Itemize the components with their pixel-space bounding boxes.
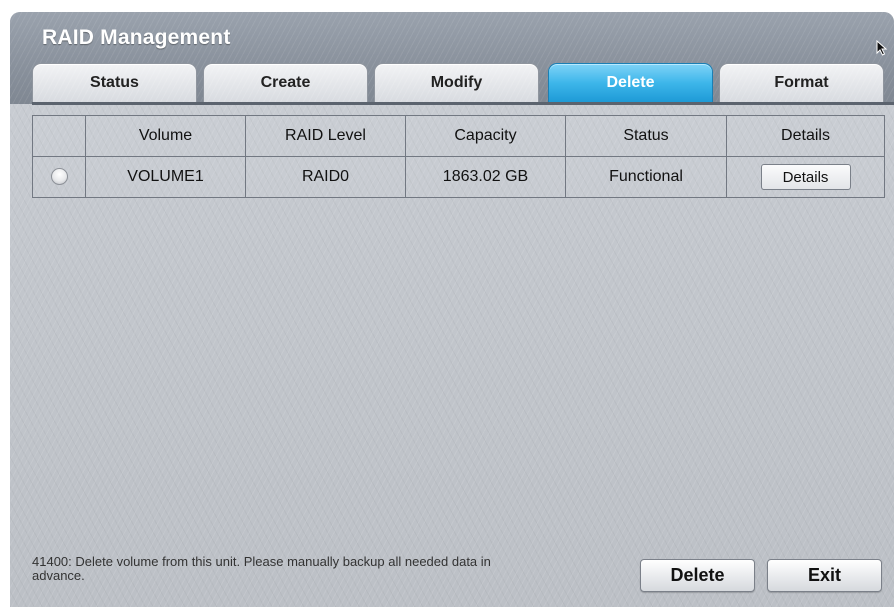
tab-bar: Status Create Modify Delete Format [32,63,892,104]
capacity-cell: 1863.02 GB [405,156,566,198]
header-details: Details [726,115,885,157]
delete-button[interactable]: Delete [640,559,755,592]
header-status: Status [565,115,727,157]
tab-label: Delete [606,74,655,91]
header-volume: Volume [85,115,246,157]
tab-label: Status [90,74,139,91]
tab-label: Modify [430,74,483,91]
raid-level-cell: RAID0 [245,156,406,198]
header-capacity: Capacity [405,115,566,157]
tab-label: Format [774,74,829,91]
app-title: RAID Management [42,26,231,49]
tab-format[interactable]: Format [719,63,884,102]
mouse-pointer-icon [876,40,888,56]
tab-modify[interactable]: Modify [374,63,539,102]
tab-delete[interactable]: Delete [548,63,713,102]
status-message: 41400: Delete volume from this unit. Ple… [32,554,491,583]
volume-table: Volume RAID Level Capacity Status Detail… [32,115,885,198]
tab-label: Create [260,74,311,91]
table-header-row: Volume RAID Level Capacity Status Detail… [32,115,885,157]
status-cell: Functional [565,156,727,198]
header-select [32,115,86,157]
row-radio-button[interactable] [50,168,68,186]
tab-create[interactable]: Create [203,63,368,102]
details-button[interactable]: Details [760,164,851,190]
tab-divider [32,102,894,105]
row-select-cell [32,156,86,198]
raid-management-window: RAID Management Status Create Modify Del… [10,12,894,607]
volume-cell: VOLUME1 [85,156,246,198]
exit-button[interactable]: Exit [767,559,882,592]
header-raid-level: RAID Level [245,115,406,157]
details-cell: Details [726,156,885,198]
tab-status[interactable]: Status [32,63,197,102]
table-row: VOLUME1 RAID0 1863.02 GB Functional Deta… [32,156,885,198]
